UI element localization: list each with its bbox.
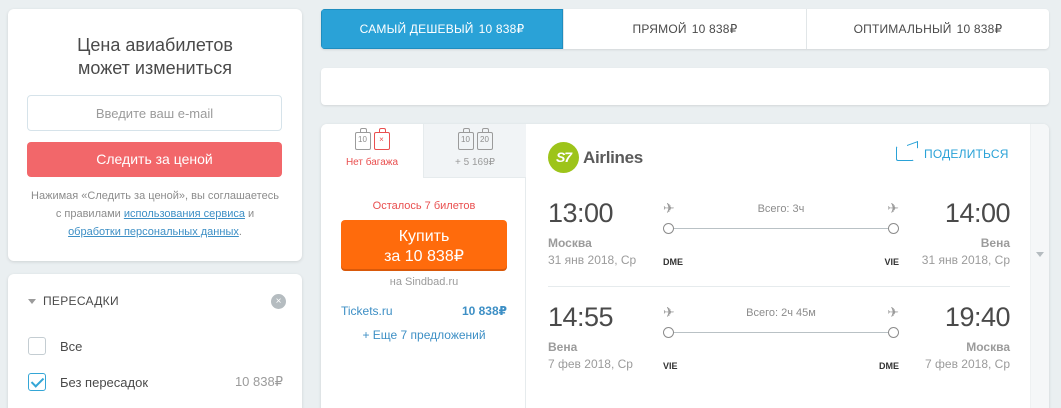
hand-baggage-icon: 10 [354,128,371,150]
clear-filter-icon[interactable]: × [271,294,286,309]
watch-price-button[interactable]: Следить за ценой [27,142,282,177]
destination-dot [888,327,899,338]
buy-button-label: Купить [398,228,450,245]
destination-dot [888,223,899,234]
agency-name: на Sindbad.ru [389,276,459,288]
share-button[interactable]: Поделиться [896,146,1009,161]
tab-price: 10 838₽ [478,22,525,36]
banner-placeholder [321,68,1049,105]
tab-cheapest[interactable]: Самый дешевый 10 838₽ [321,9,563,49]
filter-option-price: 10 838₽ [234,374,283,389]
ticket-card: 10 × Нет багажа 10 20 + 5 169₽ Осталось … [321,124,1049,408]
origin-iata: DME [663,257,683,267]
filter-option-all[interactable]: Все [28,336,283,356]
price-alert-panel: Цена авиабилетов может измениться Следит… [8,9,302,261]
arrival-time: 19:40 [944,302,1011,332]
route-line [669,332,893,333]
tab-optimal[interactable]: Оптимальный 10 838₽ [806,9,1049,49]
baggage-label: + 5 169₽ [454,157,495,168]
email-field[interactable] [27,95,282,131]
airline-info: S7 Airlines [548,142,643,173]
flight-duration: Всего: 3ч [757,203,805,215]
arrival-time: 14:00 [944,198,1011,228]
sort-tabs: Самый дешевый 10 838₽ Прямой 10 838₽ Опт… [321,9,1049,49]
arrival-city: Вена [980,236,1010,250]
transfers-filter: ПЕРЕСАДКИ × Все Без пересадок 10 838₽ [8,274,302,408]
departure-date: 7 фев 2018, Ср [548,357,633,371]
origin-dot [663,327,674,338]
destination-iata: VIE [884,257,899,267]
tickets-left: Осталось 7 билетов [372,200,476,212]
checkbox[interactable] [28,337,46,355]
origin-dot [663,223,674,234]
filter-option-nonstop[interactable]: Без пересадок 10 838₽ [28,372,283,392]
departure-time: 14:55 [548,302,614,332]
baggage-icons: 10 × [321,128,423,150]
tab-label: Самый дешевый [359,22,474,36]
hand-baggage-icon: 10 [457,128,474,150]
chevron-down-icon [28,299,36,304]
buy-button[interactable]: Купить за 10 838₽ [341,220,507,269]
tab-price: 10 838₽ [956,22,1003,36]
flight-segment-return: 14:55 Вена 7 фев 2018, Ср ✈ Всего: 2ч 45… [548,302,1011,392]
departure-city: Москва [548,236,592,250]
filter-option-label: Без пересадок [60,374,149,390]
price-alert-title-line1: Цена авиабилетов [77,35,233,55]
segment-divider [548,286,1010,287]
plane-landing-icon: ✈ [887,200,899,216]
offer-row[interactable]: Tickets.ru 10 838₽ [341,304,507,318]
baggage-label: Нет багажа [345,157,399,168]
flight-duration: Всего: 2ч 45м [746,307,816,319]
route-line [669,228,893,229]
share-icon [896,146,914,161]
price-alert-title-line2: может измениться [78,58,232,78]
baggage-tab-no-bag[interactable]: 10 × Нет багажа [321,124,423,178]
transfers-title: ПЕРЕСАДКИ [43,294,119,308]
route: ✈ Всего: 2ч 45м ✈ VIE DME [663,304,899,374]
note-text: и [244,208,255,220]
baggage-tab-with-bag[interactable]: 10 20 + 5 169₽ [423,124,526,178]
ticket-expand-column[interactable] [1030,124,1049,408]
tab-label: Оптимальный [853,22,952,36]
offer-price[interactable]: 10 838₽ [462,304,507,318]
tab-direct[interactable]: Прямой 10 838₽ [563,9,806,49]
price-alert-title: Цена авиабилетов может измениться [8,34,302,80]
departure-date: 31 янв 2018, Ср [548,253,637,267]
arrival-date: 7 фев 2018, Ср [925,357,1010,371]
more-offers-link[interactable]: + Еще 7 предложений [341,328,507,342]
checkbox-checked[interactable] [28,373,46,391]
buy-column: 10 × Нет багажа 10 20 + 5 169₽ Осталось … [321,124,526,408]
destination-iata: DME [879,361,899,371]
price-alert-note: Нажимая «Следить за ценой», вы соглашает… [30,187,280,241]
route: ✈ Всего: 3ч ✈ DME VIE [663,200,899,270]
no-baggage-icon: × [373,128,390,150]
arrival-date: 31 янв 2018, Ср [921,253,1010,267]
arrival-city: Москва [966,340,1010,354]
tab-price: 10 838₽ [691,22,738,36]
privacy-policy-link[interactable]: обработки персональных данных [68,226,239,238]
plane-landing-icon: ✈ [887,304,899,320]
checked-baggage-icon: 20 [476,128,493,150]
tab-label: Прямой [632,22,687,36]
origin-iata: VIE [663,361,678,371]
offer-agency-link[interactable]: Tickets.ru [341,304,393,318]
share-label: Поделиться [924,146,1009,161]
transfers-header[interactable]: ПЕРЕСАДКИ [28,294,119,308]
departure-city: Вена [548,340,578,354]
s7-logo: S7 [548,142,579,173]
chevron-down-icon[interactable] [1036,252,1044,257]
baggage-tabs: 10 × Нет багажа 10 20 + 5 169₽ [321,124,526,178]
terms-of-use-link[interactable]: использования сервиса [124,208,245,220]
flight-segment-outbound: 13:00 Москва 31 янв 2018, Ср ✈ Всего: 3ч… [548,198,1011,288]
note-text: . [238,226,242,238]
departure-time: 13:00 [548,198,614,228]
filter-option-label: Все [60,338,83,354]
buy-button-price: за 10 838₽ [384,248,464,265]
baggage-icons: 10 20 [424,128,526,150]
airline-name: Airlines [583,147,643,167]
